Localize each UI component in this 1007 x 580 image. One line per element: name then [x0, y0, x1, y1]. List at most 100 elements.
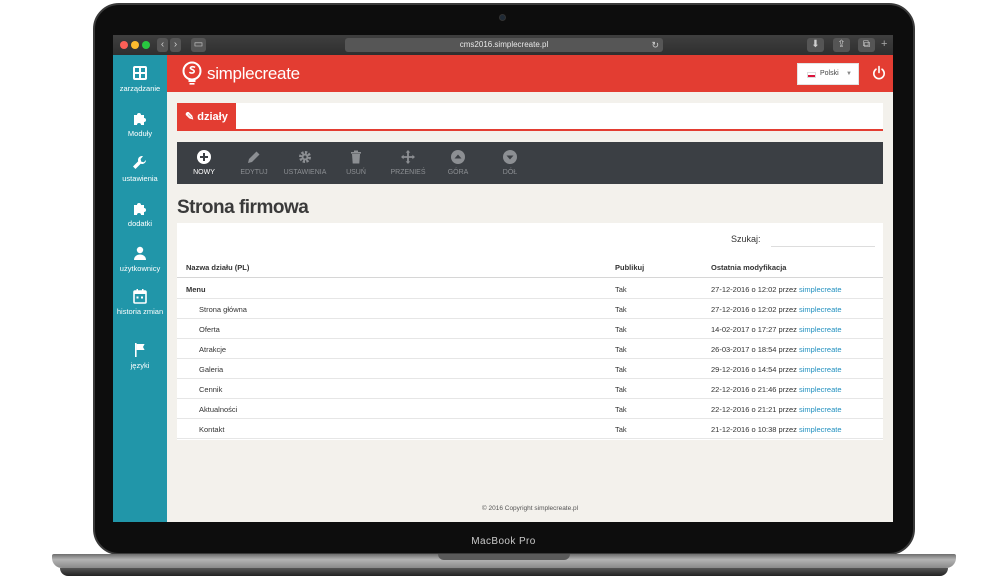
lightbulb-logo-icon [182, 61, 202, 85]
table-row[interactable]: Oferta Tak 14-02-2017 o 17:27 przez simp… [177, 319, 883, 339]
device-brand-label: MacBook Pro [471, 536, 536, 547]
table-row[interactable]: Cennik Tak 22-12-2016 o 21:46 przez simp… [177, 379, 883, 399]
sidebar-item-zarzadzanie[interactable]: zarządzanie [113, 65, 167, 93]
row-modified: 27-12-2016 o 12:02 przez simplecreate [711, 305, 842, 314]
column-header-modified[interactable]: Ostatnia modyfikacja [711, 263, 786, 272]
minimize-window-button[interactable] [131, 41, 139, 49]
sections-table: Szukaj: Nazwa działu (PL) Publikuj Ostat… [177, 223, 883, 440]
move-button-label: PRZENIEŚ [390, 169, 426, 176]
delete-button[interactable]: USUŃ [343, 142, 369, 184]
new-tab-icon[interactable]: + [881, 38, 887, 50]
row-modified: 27-12-2016 o 12:02 przez simplecreate [711, 285, 842, 294]
author-link[interactable]: simplecreate [799, 385, 842, 394]
sidebar-item-uzytkownicy[interactable]: użytkownicy [113, 245, 167, 273]
author-link[interactable]: simplecreate [799, 365, 842, 374]
forward-button[interactable]: › [170, 38, 181, 52]
row-publish: Tak [615, 425, 627, 434]
close-window-button[interactable] [120, 41, 128, 49]
address-bar[interactable]: cms2016.simplecreate.pl ↻ [345, 38, 663, 52]
logo-text: simplecreate [207, 64, 300, 83]
table-row[interactable]: Galeria Tak 29-12-2016 o 14:54 przez sim… [177, 359, 883, 379]
sidebar-item-historia-zmian[interactable]: historia zmian [113, 288, 167, 316]
author-link[interactable]: simplecreate [799, 345, 842, 354]
sidebar-toggle-icon[interactable]: ▭ [191, 38, 206, 52]
move-button[interactable]: PRZENIEŚ [389, 142, 427, 184]
search-input[interactable] [771, 231, 875, 247]
row-modified-date: 27-12-2016 o 12:02 przez [711, 285, 797, 294]
table-row[interactable]: Aktualności Tak 22-12-2016 o 21:21 przez… [177, 399, 883, 419]
down-button-label: DÓŁ [502, 169, 518, 176]
sidebar-item-label: użytkownicy [119, 264, 161, 273]
column-header-name[interactable]: Nazwa działu (PL) [186, 263, 249, 272]
author-link[interactable]: simplecreate [799, 425, 842, 434]
section-header: ✎ działy [177, 103, 883, 131]
row-modified: 26-03-2017 o 18:54 przez simplecreate [711, 345, 842, 354]
wrench-icon [133, 155, 147, 169]
poland-flag-icon [807, 72, 816, 78]
sidebar-item-label: zarządzanie [119, 84, 161, 93]
sidebar-item-label: dodatki [127, 219, 153, 228]
row-modified-date: 22-12-2016 o 21:21 przez [711, 405, 797, 414]
row-modified-date: 21-12-2016 o 10:38 przez [711, 425, 797, 434]
row-name: Strona główna [199, 305, 247, 314]
up-button[interactable]: GÓRA [445, 142, 471, 184]
maximize-window-button[interactable] [142, 41, 150, 49]
edit-button-label: EDYTUJ [240, 169, 268, 176]
row-modified: 22-12-2016 o 21:21 przez simplecreate [711, 405, 842, 414]
new-button[interactable]: NOWY [189, 142, 219, 184]
user-icon [134, 246, 146, 260]
tabs-icon[interactable]: ⧉ [858, 38, 875, 52]
column-header-publish[interactable]: Publikuj [615, 263, 644, 272]
author-link[interactable]: simplecreate [799, 405, 842, 414]
row-modified: 22-12-2016 o 21:46 przez simplecreate [711, 385, 842, 394]
download-icon[interactable]: ⬇ [807, 38, 824, 52]
edit-button[interactable]: EDYTUJ [239, 142, 269, 184]
delete-button-label: USUŃ [346, 169, 366, 176]
row-publish: Tak [615, 405, 627, 414]
sidebar-item-label: języki [130, 361, 150, 370]
table-row[interactable]: Strona główna Tak 27-12-2016 o 12:02 prz… [177, 299, 883, 319]
sidebar-item-label: ustawienia [122, 174, 158, 183]
sidebar-item-label: historia zmian [116, 307, 164, 316]
power-icon[interactable] [871, 65, 887, 81]
row-publish: Tak [615, 385, 627, 394]
back-button[interactable]: ‹ [157, 38, 168, 52]
tab-dzialy[interactable]: ✎ działy [177, 103, 236, 131]
arrow-up-circle-icon [451, 150, 465, 164]
laptop-foot [60, 568, 948, 576]
table-row[interactable]: Atrakcje Tak 26-03-2017 o 18:54 przez si… [177, 339, 883, 359]
screen: ‹ › ▭ cms2016.simplecreate.pl ↻ ⬇ ⇪ ⧉ + … [113, 35, 893, 522]
sidebar-item-ustawienia[interactable]: ustawienia [113, 155, 167, 183]
sidebar-item-moduly[interactable]: Moduły [113, 110, 167, 138]
settings-button[interactable]: USTAWIENIA [283, 142, 327, 184]
calendar-icon [133, 289, 147, 304]
language-select[interactable]: Polski ▼ [797, 63, 859, 85]
down-button[interactable]: DÓŁ [497, 142, 523, 184]
sidebar-item-dodatki[interactable]: dodatki [113, 200, 167, 228]
row-modified: 14-02-2017 o 17:27 przez simplecreate [711, 325, 842, 334]
row-modified-date: 26-03-2017 o 18:54 przez [711, 345, 797, 354]
row-publish: Tak [615, 345, 627, 354]
table-row[interactable]: Kontakt Tak 21-12-2016 o 10:38 przez sim… [177, 419, 883, 439]
up-button-label: GÓRA [447, 169, 469, 176]
share-icon[interactable]: ⇪ [833, 38, 850, 52]
header-divider [177, 277, 883, 278]
author-link[interactable]: simplecreate [799, 325, 842, 334]
sidebar: zarządzanie Moduły ustawienia dodatki uż… [113, 55, 167, 522]
sidebar-item-jezyki[interactable]: języki [113, 342, 167, 370]
row-name: Galeria [199, 365, 224, 374]
page-title: Strona firmowa [177, 197, 309, 218]
reload-icon[interactable]: ↻ [651, 38, 659, 52]
gear-icon [299, 151, 311, 163]
row-modified: 29-12-2016 o 14:54 przez simplecreate [711, 365, 842, 374]
author-link[interactable]: simplecreate [799, 285, 842, 294]
row-modified-date: 27-12-2016 o 12:02 przez [711, 305, 797, 314]
app-header: simplecreate Polski ▼ [167, 55, 893, 92]
arrow-down-circle-icon [503, 150, 517, 164]
row-name: Atrakcje [199, 345, 227, 354]
author-link[interactable]: simplecreate [799, 305, 842, 314]
flag-icon [135, 343, 145, 357]
row-modified-date: 29-12-2016 o 14:54 przez [711, 365, 797, 374]
move-icon [401, 150, 415, 164]
table-row[interactable]: Menu Tak 27-12-2016 o 12:02 przez simple… [177, 279, 883, 299]
